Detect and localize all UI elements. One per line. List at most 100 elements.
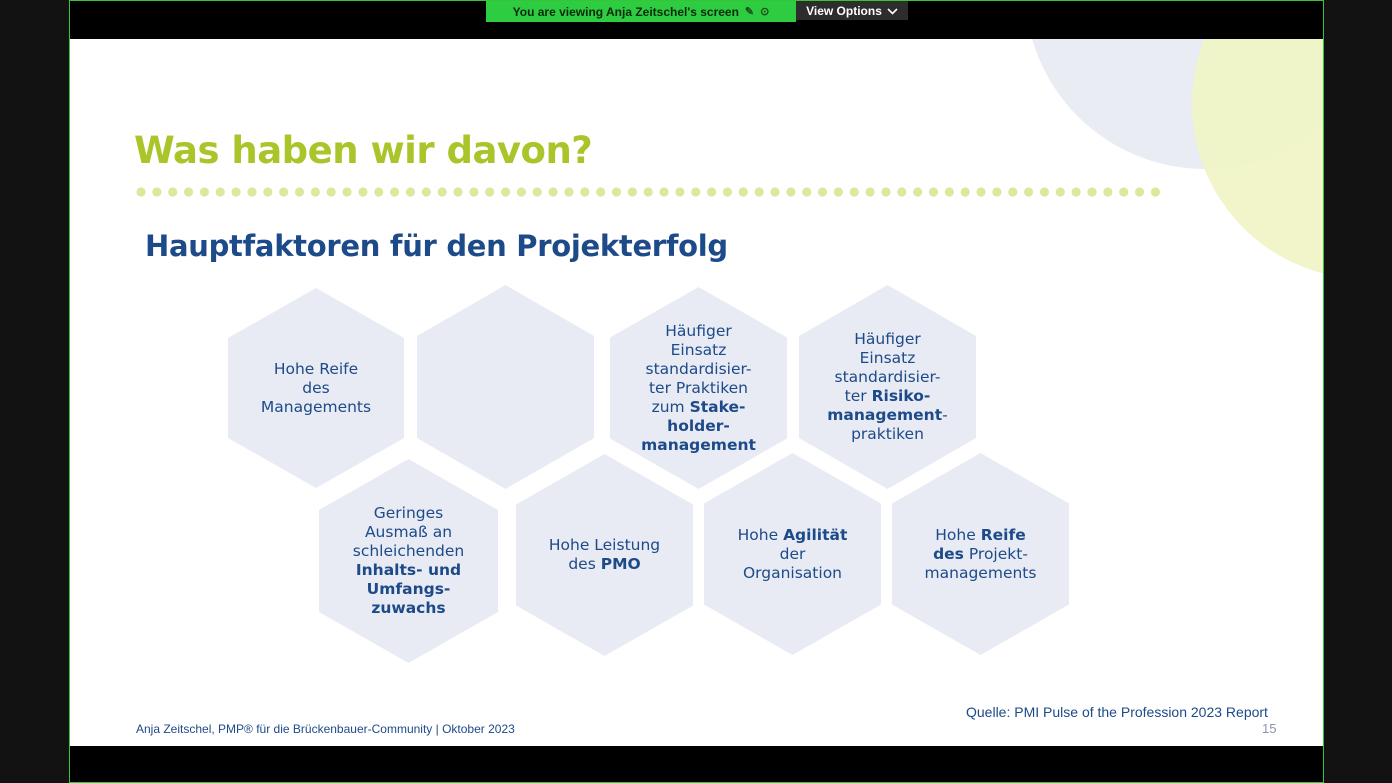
divider-dot (976, 187, 986, 197)
divider-dot (358, 187, 368, 197)
hex-text-bold: management (641, 435, 756, 454)
hex-text-bold: PMO (600, 555, 641, 573)
hex-text: - (942, 406, 948, 424)
hex-text-bold: holder- (667, 416, 730, 435)
divider-dot (627, 187, 637, 197)
divider-dot (786, 187, 796, 197)
dotted-divider (136, 187, 1160, 197)
divider-dot (310, 187, 320, 197)
hex-text-line: Hohe Agilität (723, 526, 863, 545)
bottom-bar (70, 746, 1323, 782)
divider-dot (913, 187, 923, 197)
slide-footer: Anja Zeitschel, PMP® für die Brückenbaue… (136, 722, 515, 736)
divider-dot (1103, 187, 1113, 197)
hex-text: Hohe (737, 525, 784, 544)
hex-text: Hohe (935, 525, 981, 544)
divider-dot (992, 187, 1002, 197)
hexagon-organizational-agility: Hohe Agilität der Organisation (704, 453, 881, 655)
divider-dot (675, 187, 685, 197)
divider-dot (817, 187, 828, 197)
divider-dot (722, 187, 733, 197)
divider-dot (897, 187, 907, 197)
hexagon-risk-practices: Häufiger Einsatz standardisier- ter Risi… (799, 285, 976, 489)
divider-dot (421, 187, 431, 197)
hex-text-line: zum Stake- (629, 398, 769, 417)
hex-text-bold: Reife (980, 525, 1026, 544)
divider-dot (659, 187, 669, 197)
hex-text-bold: Inhalts- und (355, 561, 462, 579)
hex-text: der (779, 544, 806, 563)
view-options-button[interactable]: View Options (796, 1, 908, 20)
stop-circle-icon[interactable]: ⊙ (760, 5, 769, 18)
hex-text-bold: des (933, 544, 964, 563)
screen-share-frame: You are viewing Anja Zeitschel's screen … (69, 0, 1324, 783)
hexagon-stakeholder-practices: Häufiger Einsatz standardisier- ter Prak… (610, 287, 787, 489)
divider-dot (1150, 187, 1160, 197)
divider-dot (643, 187, 653, 197)
hex-text-bold: Umfangs- (366, 580, 451, 598)
page-number: 15 (1262, 721, 1277, 736)
hex-text-bold: zuwachs (371, 599, 446, 617)
divider-dot (611, 187, 622, 197)
divider-dot (294, 187, 305, 197)
hex-text: ter Praktiken (648, 378, 748, 397)
divider-dot (1134, 187, 1145, 197)
presentation-slide: Was haben wir davon? Hauptfaktoren für d… (70, 39, 1323, 746)
divider-dot (1039, 187, 1050, 197)
top-bar: You are viewing Anja Zeitschel's screen … (70, 1, 1323, 39)
divider-dot (152, 187, 162, 197)
divider-dot (215, 187, 225, 197)
pen-icon[interactable]: ✎ (745, 5, 754, 18)
divider-dot (199, 187, 209, 197)
divider-dot (1055, 187, 1065, 197)
divider-dot (754, 187, 764, 197)
divider-dot (881, 187, 891, 197)
hex-text: schleichenden (352, 542, 465, 560)
hex-text: Managements (260, 397, 372, 416)
hexagon-pmo-performance: Hohe Leistung des PMO (516, 454, 693, 656)
hexagon-pm-maturity: Hohe Reife des Projekt- managements (892, 453, 1069, 655)
hex-text-line: management (629, 436, 769, 455)
hex-text: Hohe Leistung (548, 536, 661, 554)
source-note: Quelle: PMI Pulse of the Profession 2023… (966, 704, 1268, 720)
hex-text-bold: management (827, 406, 943, 424)
viewing-banner: You are viewing Anja Zeitschel's screen … (486, 1, 796, 22)
hex-text-bold: Stake- (689, 397, 746, 416)
hex-text-bold: Agilität (783, 525, 848, 544)
divider-dot (453, 187, 463, 197)
hexagon-empty (417, 285, 594, 489)
hex-text: Einsatz (859, 349, 916, 367)
divider-dot (928, 187, 939, 197)
divider-dot (405, 187, 416, 197)
hex-text-line: des PMO (535, 555, 675, 574)
hex-text: Geringes (373, 504, 444, 522)
hex-text: standardisier- (834, 368, 941, 386)
divider-dot (390, 187, 400, 197)
divider-dot (691, 187, 701, 197)
divider-dot (183, 187, 194, 197)
hex-text: praktiken (851, 425, 924, 443)
hex-text-line: holder- (629, 417, 769, 436)
hex-text: Hohe Reife (273, 359, 359, 378)
decorative-circle-green (1192, 39, 1323, 279)
divider-dot (564, 187, 574, 197)
hexagon-management-maturity: Hohe Reife des Managements (228, 288, 404, 488)
divider-dot (1024, 187, 1034, 197)
viewing-text: You are viewing Anja Zeitschel's screen (512, 4, 739, 19)
divider-dot (532, 187, 542, 197)
divider-dot (548, 187, 558, 197)
hex-text: ter (844, 387, 872, 405)
hex-text-line: zuwachs (339, 599, 479, 618)
divider-dot (437, 187, 447, 197)
chevron-down-icon (887, 4, 898, 18)
hex-text: Häufiger (854, 330, 921, 348)
hex-text-line: ter Risiko- (818, 387, 958, 406)
divider-dot (1071, 187, 1081, 197)
divider-dot (833, 187, 844, 197)
hex-text-line: des Projekt- (911, 545, 1051, 564)
hex-text: des (302, 378, 330, 397)
divider-dot (342, 187, 352, 197)
hex-text-bold: Risiko- (871, 387, 931, 405)
divider-dot (1119, 187, 1129, 197)
slide-subtitle: Hauptfaktoren für den Projekterfolg (145, 229, 728, 263)
